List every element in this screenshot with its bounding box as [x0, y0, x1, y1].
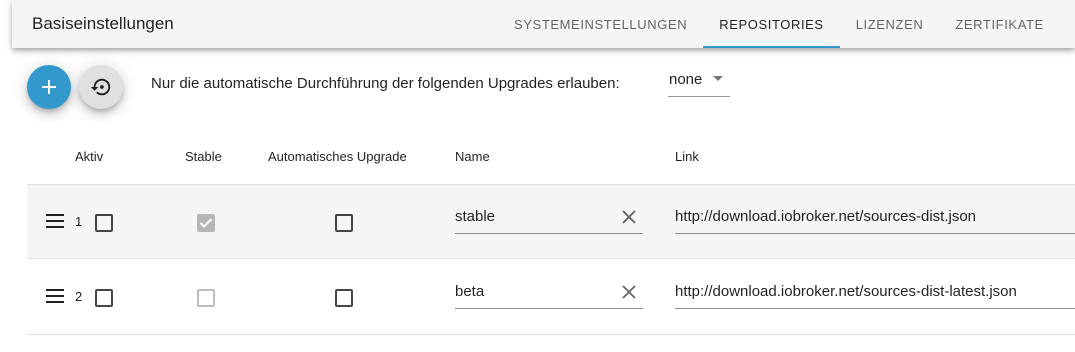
link-field[interactable]: http://download.iobroker.net/sources-dis… [675, 279, 1075, 309]
close-icon[interactable] [619, 282, 639, 302]
name-field[interactable]: beta [455, 279, 643, 309]
header-auto-upgrade: Automatisches Upgrade [268, 149, 407, 164]
tab-lizenzen[interactable]: LIZENZEN [840, 0, 940, 48]
restore-button[interactable] [79, 65, 123, 109]
add-repository-button[interactable] [27, 65, 71, 109]
header-stable: Stable [185, 149, 222, 164]
row-index: 2 [75, 289, 83, 304]
name-value: beta [455, 283, 485, 300]
header-link: Link [675, 149, 699, 164]
aktiv-checkbox[interactable] [95, 289, 113, 307]
tab-zertifikate[interactable]: ZERTIFIKATE [939, 0, 1059, 48]
stable-checkbox [197, 289, 215, 307]
restore-icon [90, 78, 111, 96]
name-field[interactable]: stable [455, 204, 643, 234]
tab-repositories[interactable]: REPOSITORIES [703, 0, 841, 48]
auto-upgrade-checkbox[interactable] [335, 214, 353, 232]
tab-bar: SYSTEMEINSTELLUNGEN REPOSITORIES LIZENZE… [498, 0, 1060, 48]
upgrade-policy-label: Nur die automatische Durchführung der fo… [151, 75, 620, 92]
stable-checkbox [197, 214, 215, 232]
link-value: http://download.iobroker.net/sources-dis… [675, 283, 1017, 300]
aktiv-checkbox[interactable] [95, 214, 113, 232]
drag-handle-icon[interactable] [46, 214, 64, 228]
page-title: Basiseinstellungen [32, 14, 174, 33]
auto-upgrade-checkbox[interactable] [335, 289, 353, 307]
app-bar: Basiseinstellungen SYSTEMEINSTELLUNGEN R… [12, 0, 1075, 48]
drag-handle-icon[interactable] [46, 289, 64, 303]
close-icon[interactable] [619, 207, 639, 227]
header-name: Name [455, 149, 490, 164]
link-value: http://download.iobroker.net/sources-dis… [675, 208, 977, 225]
upgrade-policy-select[interactable]: none [668, 70, 730, 97]
tab-systemeinstellungen[interactable]: SYSTEMEINSTELLUNGEN [498, 0, 703, 48]
check-icon [199, 218, 213, 228]
table-row: 2 beta http://download.iobroker.net/sour… [27, 260, 1075, 335]
row-index: 1 [75, 214, 83, 229]
upgrade-policy-value: none [669, 71, 703, 88]
link-field[interactable]: http://download.iobroker.net/sources-dis… [675, 204, 1075, 234]
table-row: 1 stable http://download.iobroker.net/so… [27, 184, 1075, 259]
plus-icon [42, 80, 56, 94]
arrow-drop-down-icon [713, 76, 723, 81]
header-aktiv: Aktiv [75, 149, 104, 164]
name-value: stable [455, 208, 496, 225]
